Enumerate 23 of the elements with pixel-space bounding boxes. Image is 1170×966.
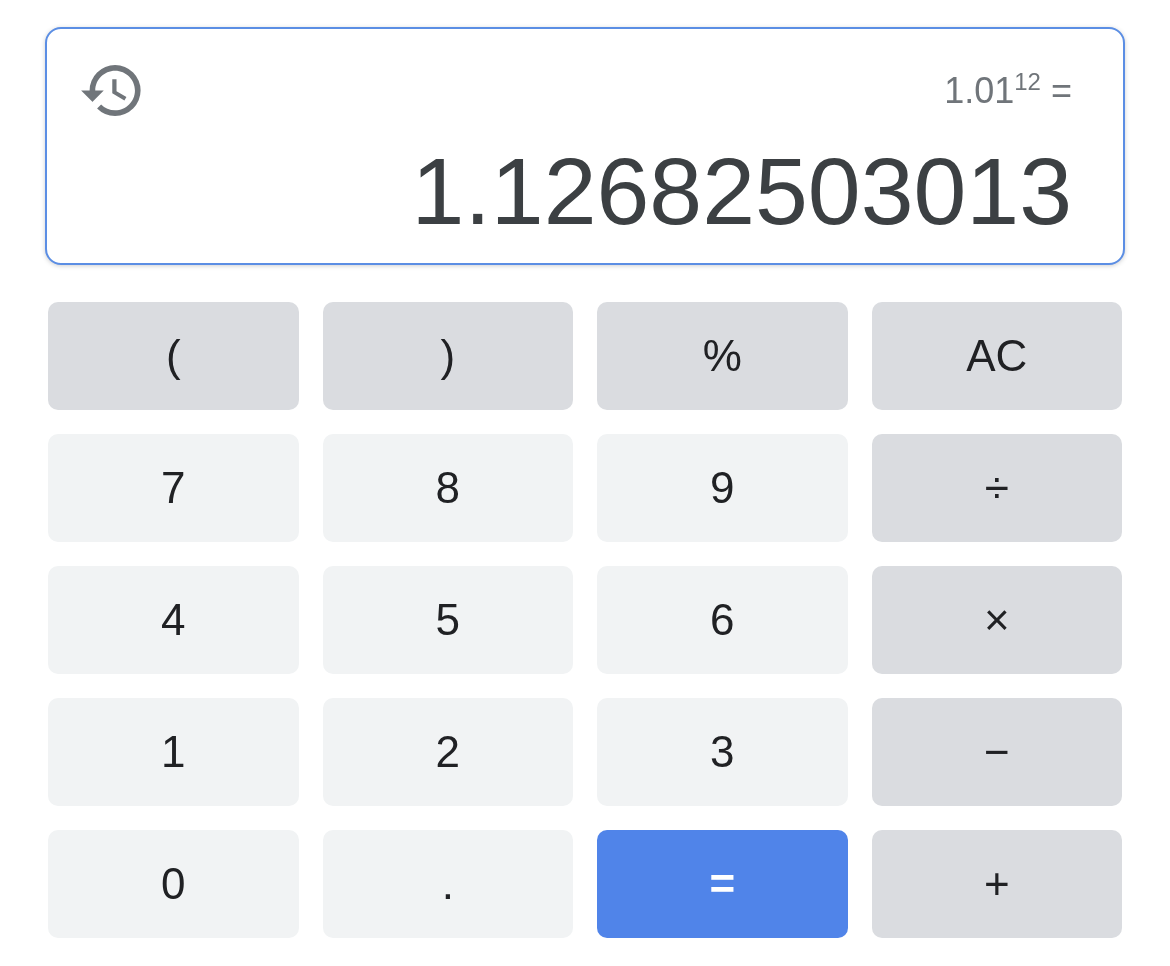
digit-key[interactable]: 2 bbox=[322, 698, 573, 806]
operator-key[interactable]: × bbox=[871, 566, 1122, 674]
digit-key[interactable]: 7 bbox=[48, 434, 299, 542]
digit-key[interactable]: . bbox=[322, 830, 573, 938]
result-text: 1.12682503013 bbox=[410, 141, 1072, 241]
operator-key[interactable]: + bbox=[871, 830, 1122, 938]
digit-key[interactable]: 4 bbox=[48, 566, 299, 674]
operator-key[interactable]: − bbox=[871, 698, 1122, 806]
history-icon[interactable] bbox=[81, 65, 141, 116]
function-key[interactable]: ) bbox=[322, 302, 573, 410]
digit-key[interactable]: 6 bbox=[597, 566, 848, 674]
expression-text: 1.01$^{12}$ = bbox=[944, 69, 1072, 113]
equals-key[interactable]: = bbox=[597, 830, 848, 938]
digit-key[interactable]: 3 bbox=[597, 698, 848, 806]
function-key[interactable]: ( bbox=[48, 302, 299, 410]
digit-key[interactable]: 1 bbox=[48, 698, 299, 806]
digit-key[interactable]: 8 bbox=[322, 434, 573, 542]
function-key[interactable]: AC bbox=[871, 302, 1122, 410]
digit-key[interactable]: 9 bbox=[597, 434, 848, 542]
digit-key[interactable]: 0 bbox=[48, 830, 299, 938]
function-key[interactable]: % bbox=[597, 302, 848, 410]
digit-key[interactable]: 5 bbox=[322, 566, 573, 674]
operator-key[interactable]: ÷ bbox=[871, 434, 1122, 542]
